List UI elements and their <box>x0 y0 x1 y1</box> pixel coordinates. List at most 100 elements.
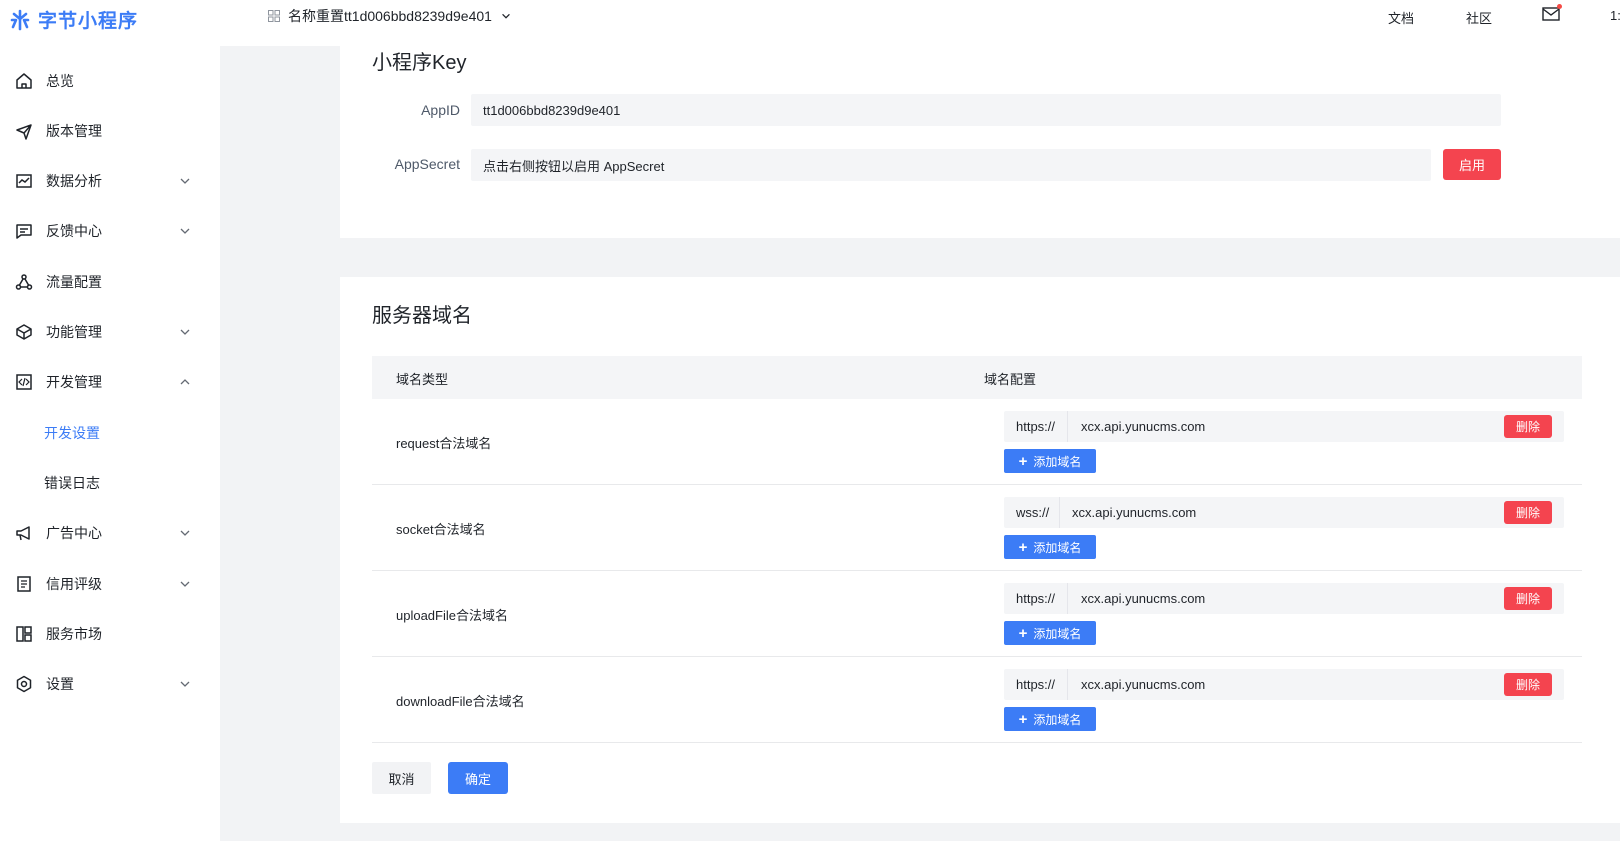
document-icon <box>17 576 31 592</box>
app-switcher[interactable]: 名称重置tt1d006bbd8239d9e401 <box>268 6 512 26</box>
sidebar-item-label: 版本管理 <box>46 123 102 139</box>
add-domain-label: 添加域名 <box>1033 454 1082 469</box>
domain-type-label: socket合法域名 <box>396 522 486 537</box>
protocol-prefix: https:// <box>1004 583 1068 614</box>
chart-line-icon <box>16 174 32 188</box>
domain-type-label: uploadFile合法域名 <box>396 608 508 623</box>
domain-type-label: downloadFile合法域名 <box>396 694 525 709</box>
delete-domain-button[interactable]: 删除 <box>1504 415 1552 438</box>
code-icon <box>16 374 32 390</box>
domain-input-group[interactable]: https:// xcx.api.yunucms.com 删除 <box>1004 669 1564 700</box>
sidebar-item-feedback[interactable]: 反馈中心 <box>0 211 220 251</box>
add-domain-label: 添加域名 <box>1033 540 1082 555</box>
send-icon <box>16 124 32 140</box>
column-header-config: 域名配置 <box>984 372 1037 387</box>
delete-domain-button[interactable]: 删除 <box>1504 673 1552 696</box>
docs-link[interactable]: 文档 <box>1388 8 1414 27</box>
app-key-card: 小程序Key AppID tt1d006bbd8239d9e401 AppSec… <box>340 46 1620 238</box>
brand-mark-icon <box>10 9 30 30</box>
cancel-button[interactable]: 取消 <box>372 762 431 794</box>
sidebar-subitem-dev-settings[interactable]: 开发设置 <box>0 413 220 453</box>
appid-label: AppID <box>421 102 460 118</box>
flow-icon <box>15 274 33 290</box>
domain-value[interactable]: xcx.api.yunucms.com <box>1081 669 1205 700</box>
gear-icon <box>16 675 32 693</box>
sidebar-item-service-market[interactable]: 服务市场 <box>0 614 220 654</box>
add-domain-button[interactable]: + 添加域名 <box>1004 621 1096 645</box>
sidebar-item-label: 错误日志 <box>44 475 100 491</box>
chevron-down-icon <box>180 178 190 184</box>
section-title: 服务器域名 <box>372 305 472 327</box>
sidebar-item-label: 信用评级 <box>46 576 102 592</box>
home-icon <box>16 73 32 89</box>
sidebar-item-traffic[interactable]: 流量配置 <box>0 262 220 302</box>
protocol-prefix: https:// <box>1004 411 1068 442</box>
brand-logo[interactable]: 字节小程序 <box>8 6 138 33</box>
message-icon <box>16 224 32 239</box>
sidebar-item-overview[interactable]: 总览 <box>0 61 220 101</box>
app-grid-icon <box>268 10 280 22</box>
layout-icon <box>16 626 32 642</box>
add-domain-button[interactable]: + 添加域名 <box>1004 535 1096 559</box>
brand-name: 字节小程序 <box>38 11 139 32</box>
delete-domain-button[interactable]: 删除 <box>1504 587 1552 610</box>
domain-input-group[interactable]: wss:// xcx.api.yunucms.com 删除 <box>1004 497 1564 528</box>
table-header: 域名类型 域名配置 <box>372 356 1582 399</box>
sidebar-item-label: 服务市场 <box>46 626 102 642</box>
protocol-prefix: wss:// <box>1004 497 1060 528</box>
megaphone-icon <box>16 526 30 541</box>
confirm-button[interactable]: 确定 <box>448 762 508 794</box>
sidebar-item-label: 功能管理 <box>46 324 102 340</box>
sidebar-item-label: 反馈中心 <box>46 223 102 239</box>
sidebar-item-features[interactable]: 功能管理 <box>0 312 220 352</box>
sidebar-item-dev-management[interactable]: 开发管理 <box>0 362 220 402</box>
table-row: downloadFile合法域名 https:// xcx.api.yunucm… <box>372 657 1582 743</box>
sidebar-item-label: 流量配置 <box>46 274 102 290</box>
protocol-prefix: https:// <box>1004 669 1068 700</box>
chevron-down-icon <box>180 228 190 234</box>
sidebar-item-ads[interactable]: 广告中心 <box>0 513 220 553</box>
sidebar-item-label: 设置 <box>46 676 74 692</box>
sidebar-subitem-error-log[interactable]: 错误日志 <box>0 463 220 503</box>
sidebar-item-analytics[interactable]: 数据分析 <box>0 161 220 201</box>
chevron-down-icon <box>180 681 190 687</box>
table-row: uploadFile合法域名 https:// xcx.api.yunucms.… <box>372 571 1582 657</box>
sidebar-item-credit[interactable]: 信用评级 <box>0 564 220 604</box>
notification-button[interactable] <box>1542 4 1562 22</box>
domain-value[interactable]: xcx.api.yunucms.com <box>1081 583 1205 614</box>
community-link[interactable]: 社区 <box>1466 8 1492 27</box>
domain-value[interactable]: xcx.api.yunucms.com <box>1072 497 1196 528</box>
sidebar-item-label: 开发管理 <box>46 374 102 390</box>
sidebar-item-settings[interactable]: 设置 <box>0 664 220 704</box>
sidebar-item-label: 数据分析 <box>46 173 102 189</box>
cube-icon <box>16 324 32 340</box>
sidebar-item-label: 广告中心 <box>46 525 102 541</box>
add-domain-label: 添加域名 <box>1033 712 1082 727</box>
domain-value[interactable]: xcx.api.yunucms.com <box>1081 411 1205 442</box>
add-domain-button[interactable]: + 添加域名 <box>1004 707 1096 731</box>
plus-icon: + <box>1018 710 1028 728</box>
top-bar: 名称重置tt1d006bbd8239d9e401 文档 社区 1: <box>220 0 1620 46</box>
domain-input-group[interactable]: https:// xcx.api.yunucms.com 删除 <box>1004 583 1564 614</box>
plus-icon: + <box>1018 452 1028 470</box>
appsecret-field[interactable]: 点击右侧按钮以启用 AppSecret <box>471 149 1431 181</box>
table-row: socket合法域名 wss:// xcx.api.yunucms.com 删除… <box>372 485 1582 571</box>
add-domain-button[interactable]: + 添加域名 <box>1004 449 1096 473</box>
chevron-down-icon <box>180 329 190 335</box>
app-name: 名称重置tt1d006bbd8239d9e401 <box>288 8 492 24</box>
delete-domain-button[interactable]: 删除 <box>1504 501 1552 524</box>
server-domain-card: 服务器域名 域名类型 域名配置 request合法域名 https:// xcx… <box>340 277 1620 823</box>
sidebar: 字节小程序 总览 版本管理 数据分析 反馈中心 流量配置 功能管理 开发管理 开… <box>0 0 220 841</box>
enable-secret-button[interactable]: 启用 <box>1443 149 1501 180</box>
domain-input-group[interactable]: https:// xcx.api.yunucms.com 删除 <box>1004 411 1564 442</box>
chevron-down-icon <box>180 530 190 536</box>
sidebar-item-versions[interactable]: 版本管理 <box>0 111 220 151</box>
chevron-down-icon <box>502 13 510 19</box>
plus-icon: + <box>1018 624 1028 642</box>
chevron-up-icon <box>180 379 190 385</box>
add-domain-label: 添加域名 <box>1033 626 1082 641</box>
plus-icon: + <box>1018 538 1028 556</box>
appid-field[interactable]: tt1d006bbd8239d9e401 <box>471 94 1501 126</box>
column-header-type: 域名类型 <box>396 372 449 387</box>
user-info-partial[interactable]: 1: <box>1610 8 1620 23</box>
